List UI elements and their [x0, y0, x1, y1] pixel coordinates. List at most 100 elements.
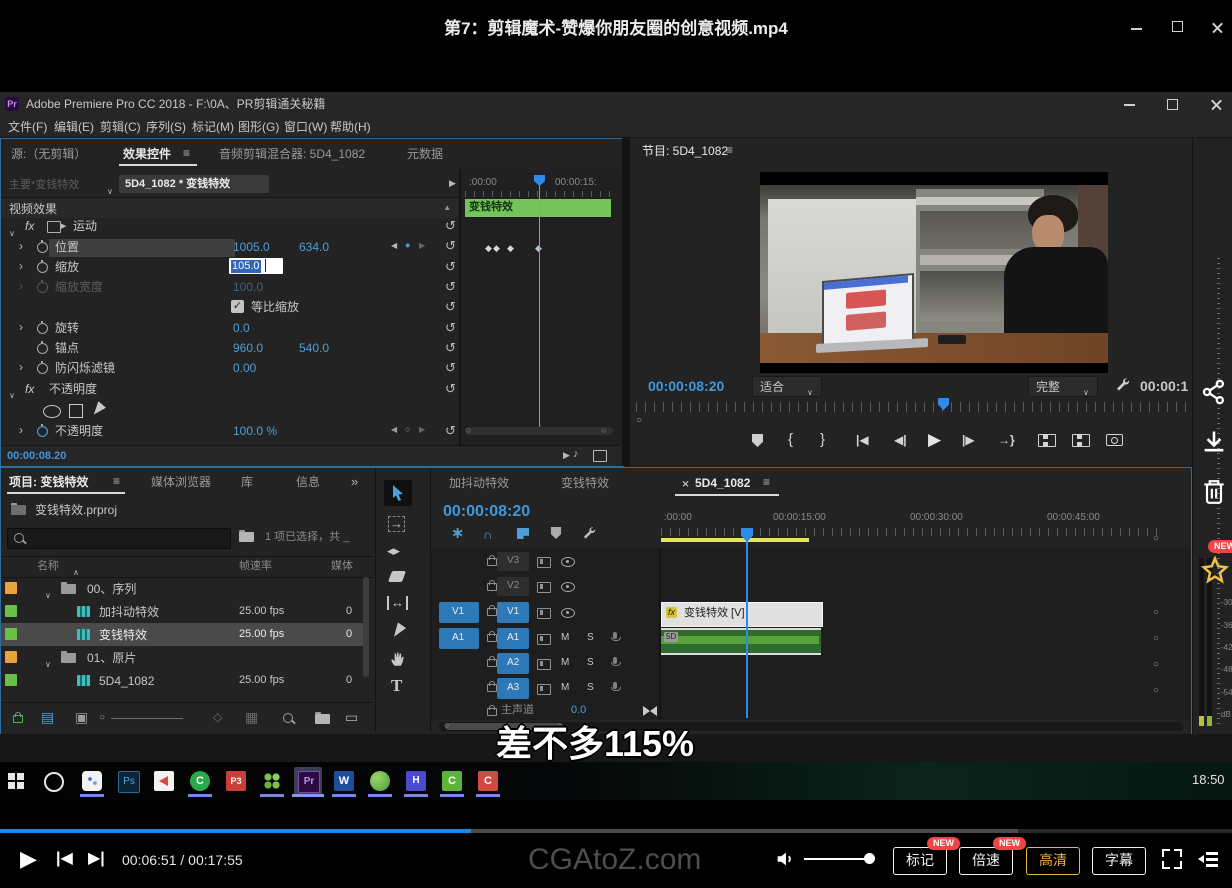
- bin-name[interactable]: 00、序列: [87, 582, 136, 596]
- quality-dropdown[interactable]: 完整: [1028, 376, 1098, 397]
- timeline-ruler[interactable]: :00:00 00:00:15:00 00:00:30:00 00:00:45:…: [661, 502, 1189, 546]
- play-button[interactable]: ▶: [20, 846, 37, 872]
- v2-lock-icon[interactable]: [487, 583, 497, 591]
- reset-position-icon[interactable]: [445, 239, 456, 252]
- ripple-edit-tool[interactable]: ◂▸: [387, 543, 400, 559]
- bin-name[interactable]: 01、原片: [87, 651, 136, 665]
- a1-source[interactable]: A1: [439, 628, 479, 649]
- taskbar-app-h[interactable]: H: [406, 771, 426, 791]
- tab-effect-controls[interactable]: 效果控件: [123, 147, 171, 161]
- reset-rotation-icon[interactable]: [445, 321, 456, 334]
- v2-eye-icon[interactable]: [561, 582, 575, 592]
- menu-marker[interactable]: 标记(M): [192, 120, 234, 134]
- cortana-icon[interactable]: [44, 772, 64, 792]
- timeline-playhead-line[interactable]: [746, 538, 748, 718]
- zoom-handle-right[interactable]: [601, 426, 606, 435]
- menu-edit[interactable]: 编辑(E): [54, 120, 94, 134]
- opacity-value[interactable]: 100.0 %: [233, 424, 277, 438]
- label-chip[interactable]: [5, 628, 17, 640]
- panel-menu-icon[interactable]: [183, 147, 190, 159]
- a1-target[interactable]: A1: [497, 628, 529, 649]
- go-to-in-icon[interactable]: |◀: [856, 433, 869, 447]
- taskbar-app-premiere-active[interactable]: Pr: [294, 767, 322, 795]
- a3-target[interactable]: A3: [497, 678, 529, 699]
- timeline-panel-menu-icon[interactable]: [763, 476, 770, 488]
- rotation-label[interactable]: 旋转: [55, 321, 79, 335]
- extract-icon[interactable]: [1072, 434, 1090, 447]
- project-search-input[interactable]: [7, 528, 231, 549]
- more-panels-icon[interactable]: [351, 475, 358, 488]
- playlist-button[interactable]: [1198, 851, 1218, 867]
- pen-tool[interactable]: [390, 622, 406, 639]
- rotation-value[interactable]: 0.0: [233, 321, 250, 335]
- ruler-ticks[interactable]: [661, 528, 1161, 536]
- trash-icon[interactable]: [1201, 478, 1227, 506]
- scale-expand-icon[interactable]: [19, 260, 23, 272]
- prev-episode-button[interactable]: |◀: [56, 849, 73, 868]
- menu-window[interactable]: 窗口(W): [284, 120, 327, 134]
- opacity-add-keyframe-icon[interactable]: [405, 425, 410, 434]
- v1-target[interactable]: V1: [497, 602, 529, 623]
- reset-scale-icon[interactable]: [445, 260, 456, 273]
- pen-mask-icon[interactable]: [90, 401, 106, 417]
- linked-selection-icon[interactable]: [517, 528, 529, 539]
- ec-timecode[interactable]: 00:00:08.20: [7, 450, 66, 463]
- mark-button[interactable]: 标记: [893, 847, 947, 875]
- motion-label[interactable]: 运动: [73, 219, 97, 233]
- taskbar-clock[interactable]: 18:50: [1192, 772, 1232, 788]
- premiere-minimize-icon[interactable]: [1124, 104, 1135, 106]
- go-to-out-icon[interactable]: →}: [998, 433, 1015, 447]
- timeline-tab-1[interactable]: 变钱特效: [561, 476, 609, 490]
- a2-solo[interactable]: S: [587, 657, 594, 669]
- search-bin-icon[interactable]: [239, 532, 254, 542]
- antiflicker-label[interactable]: 防闪烁滤镜: [55, 361, 115, 375]
- close-icon[interactable]: [1211, 21, 1224, 34]
- label-chip[interactable]: [5, 674, 17, 686]
- timeline-tab-2[interactable]: 5D4_1082: [695, 476, 750, 490]
- fit-dropdown[interactable]: 适合: [752, 376, 822, 397]
- zoom-slider-track[interactable]: [111, 718, 183, 719]
- opacity-next-keyframe-icon[interactable]: [419, 426, 425, 434]
- reset-antiflicker-icon[interactable]: [445, 361, 456, 374]
- label-chip[interactable]: [5, 582, 17, 594]
- a3-lock-icon[interactable]: [487, 684, 497, 692]
- rect-mask-icon[interactable]: [69, 404, 83, 418]
- v3-lock-icon[interactable]: [487, 558, 497, 566]
- reset-opacity-icon[interactable]: [445, 424, 456, 437]
- pin-star-icon[interactable]: [1200, 556, 1230, 586]
- project-row-sequence[interactable]: 加抖动特效 25.00 fps 0: [1, 600, 369, 623]
- rotation-expand-icon[interactable]: [19, 321, 23, 333]
- opacity-section-label[interactable]: 不透明度: [49, 382, 97, 396]
- project-file-name[interactable]: 变钱特效.prproj: [35, 503, 117, 517]
- progress-bar[interactable]: [0, 829, 1232, 833]
- clip-name-box[interactable]: 5D4_1082 * 变钱特效: [119, 175, 269, 193]
- taskbar-app-camtasia[interactable]: C: [190, 771, 210, 791]
- chevron-down-icon[interactable]: [107, 182, 113, 198]
- opacity-prev-keyframe-icon[interactable]: [391, 426, 397, 434]
- v3-eye-icon[interactable]: [561, 557, 575, 567]
- share-icon[interactable]: [1200, 378, 1228, 406]
- ec-mini-timeline[interactable]: :00:00 00:00:15: 变钱特效: [459, 169, 623, 445]
- tab-media-browser[interactable]: 媒体浏览器: [151, 475, 211, 489]
- lift-icon[interactable]: [1038, 434, 1056, 447]
- step-forward-icon[interactable]: |▶: [962, 433, 975, 447]
- tab-source-monitor[interactable]: 源:（无剪辑）: [11, 147, 86, 161]
- menu-sequence[interactable]: 序列(S): [146, 120, 186, 134]
- position-stopwatch-icon[interactable]: [37, 242, 48, 253]
- play-audio-icon[interactable]: [563, 451, 570, 460]
- v1-source-patch-icon[interactable]: [537, 608, 551, 619]
- snap-icon[interactable]: [483, 528, 492, 541]
- mini-zoom-scrollbar[interactable]: [465, 427, 613, 435]
- ellipse-mask-icon[interactable]: [43, 405, 61, 418]
- taskbar-app-media[interactable]: [154, 771, 174, 791]
- master-bowtie-icon[interactable]: [643, 706, 650, 716]
- program-seek-ruler[interactable]: [636, 402, 1186, 412]
- taskbar-app-c-red[interactable]: C: [478, 771, 498, 791]
- a1-mute[interactable]: M: [561, 632, 569, 644]
- a1-solo[interactable]: S: [587, 632, 594, 644]
- speed-button[interactable]: 倍速: [959, 847, 1013, 875]
- play-around-icon[interactable]: [449, 179, 456, 188]
- add-marker-icon[interactable]: [752, 434, 763, 447]
- collapse-section-icon[interactable]: [445, 203, 450, 212]
- sequence-name[interactable]: 变钱特效: [99, 628, 147, 642]
